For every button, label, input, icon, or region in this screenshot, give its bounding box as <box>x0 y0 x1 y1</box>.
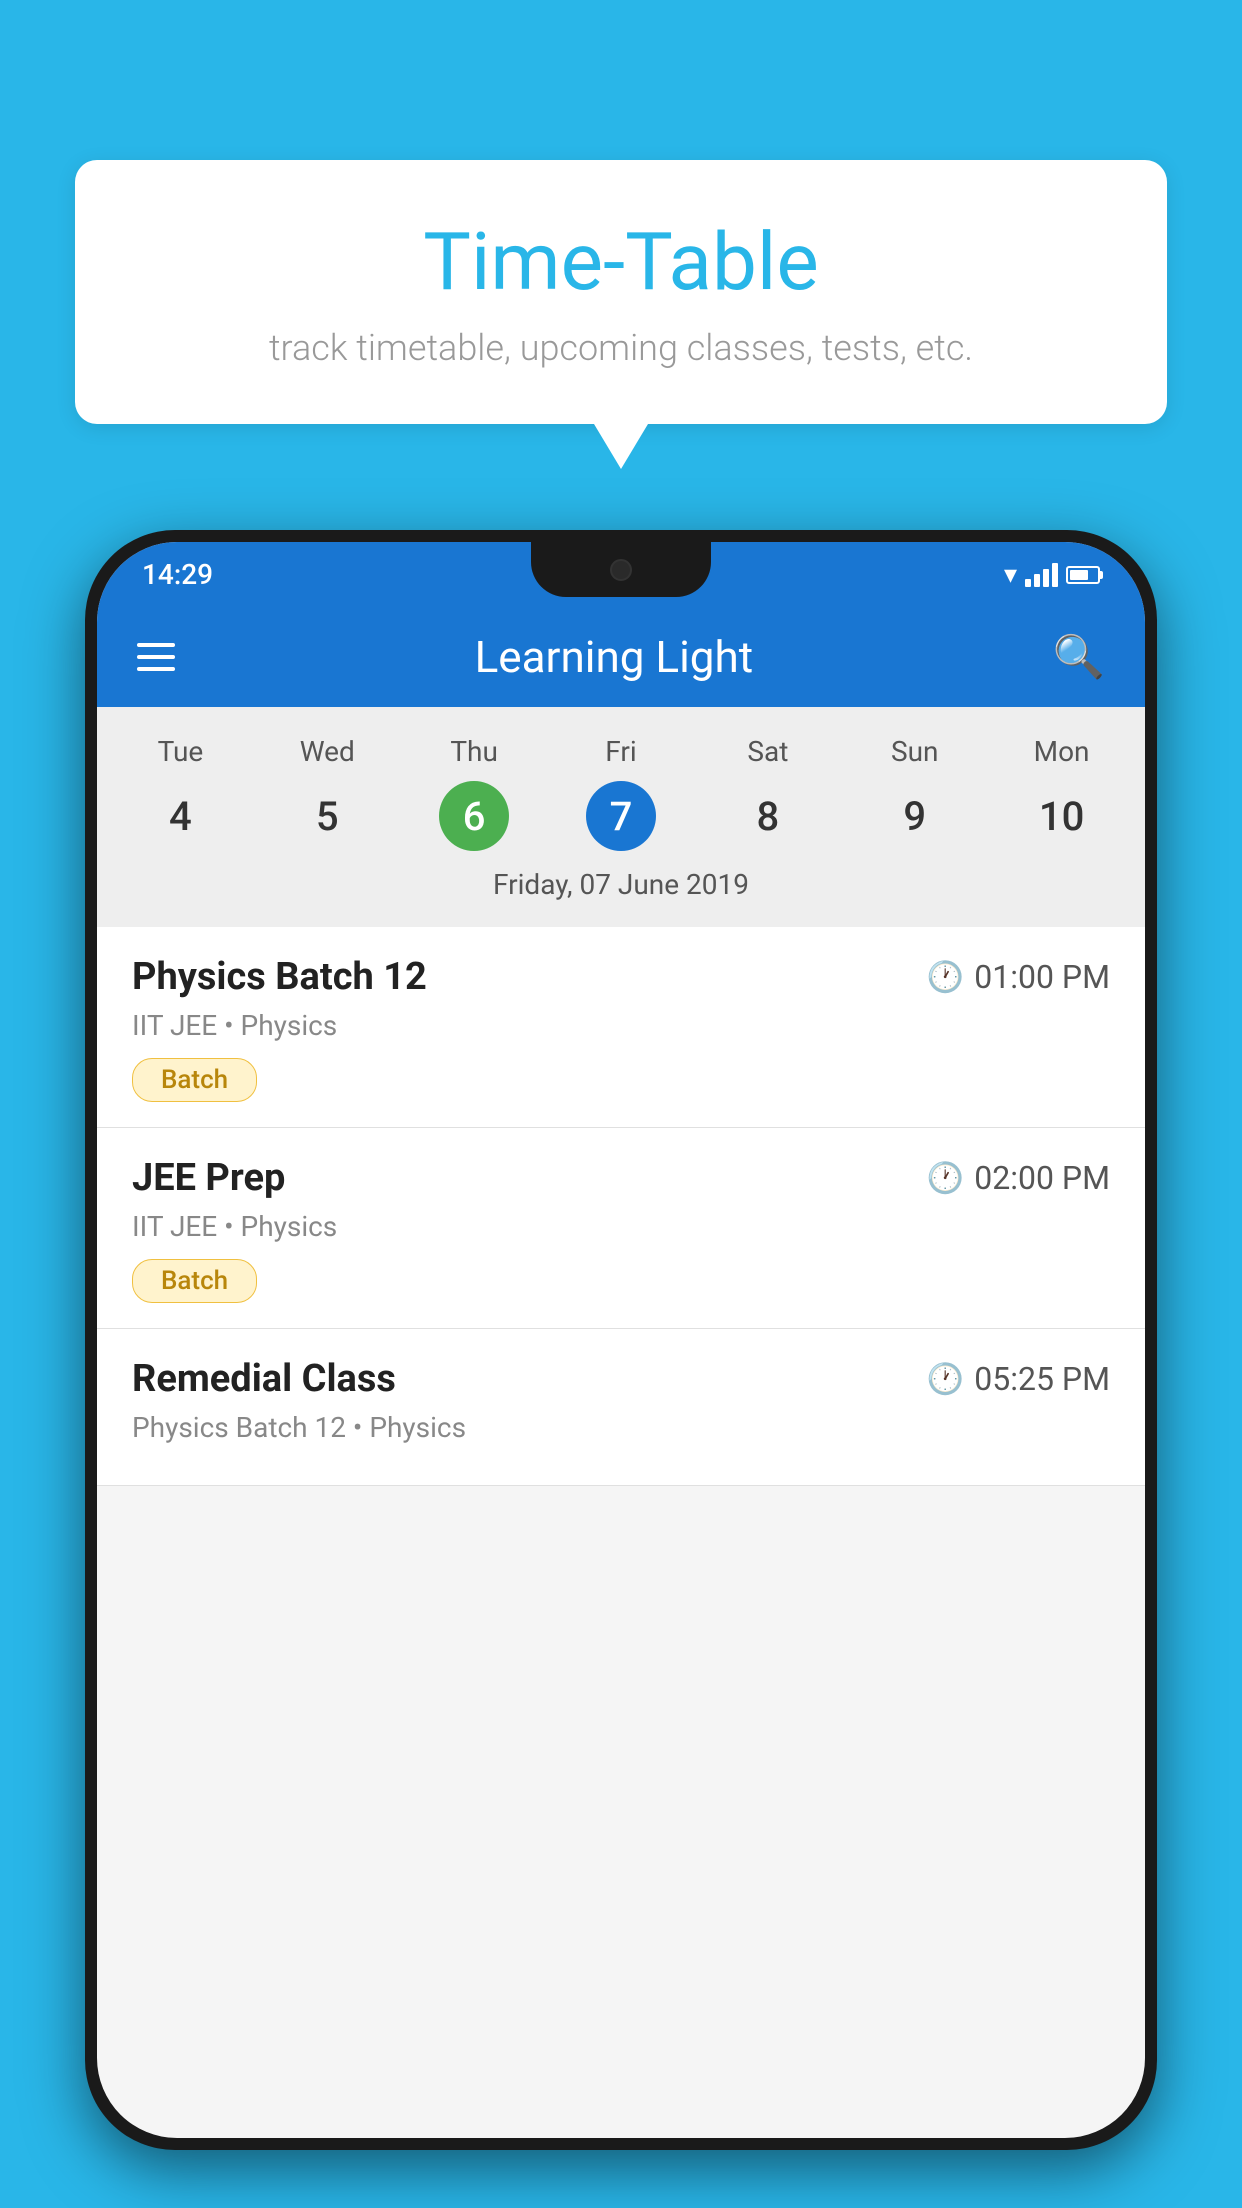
phone-mockup: 14:29 ▾ <box>85 530 1157 2208</box>
day-headers: Tue Wed Thu Fri Sat Sun Mon <box>97 727 1145 776</box>
phone-frame: 14:29 ▾ <box>85 530 1157 2150</box>
phone-notch <box>531 542 711 597</box>
item-title-3: Remedial Class <box>132 1357 396 1401</box>
item-time-1: 🕐 01:00 PM <box>927 958 1110 996</box>
selected-date: Friday, 07 June 2019 <box>97 856 1145 917</box>
day-8[interactable]: 8 <box>694 781 841 851</box>
signal-icon <box>1025 563 1058 587</box>
item-subtitle-1: IIT JEE • Physics <box>132 1009 1110 1042</box>
item-header-2: JEE Prep 🕐 02:00 PM <box>132 1156 1110 1200</box>
calendar-strip: Tue Wed Thu Fri Sat Sun Mon 4 5 6 7 8 9 … <box>97 707 1145 927</box>
item-header-3: Remedial Class 🕐 05:25 PM <box>132 1357 1110 1401</box>
item-header-1: Physics Batch 12 🕐 01:00 PM <box>132 955 1110 999</box>
bubble-subtitle: track timetable, upcoming classes, tests… <box>135 327 1107 369</box>
batch-badge-2: Batch <box>132 1259 257 1303</box>
bubble-title: Time-Table <box>135 215 1107 309</box>
day-7-selected[interactable]: 7 <box>586 781 656 851</box>
clock-icon-2: 🕐 <box>927 1161 964 1196</box>
item-time-3: 🕐 05:25 PM <box>927 1360 1110 1398</box>
day-4[interactable]: 4 <box>107 781 254 851</box>
day-label-fri: Fri <box>548 727 695 776</box>
day-6-today[interactable]: 6 <box>439 781 509 851</box>
app-bar: Learning Light 🔍 <box>97 607 1145 707</box>
item-title-2: JEE Prep <box>132 1156 285 1200</box>
day-10[interactable]: 10 <box>988 781 1135 851</box>
item-time-2: 🕐 02:00 PM <box>927 1159 1110 1197</box>
menu-button[interactable] <box>137 643 175 671</box>
status-time: 14:29 <box>142 558 213 591</box>
camera <box>610 559 632 581</box>
clock-icon-3: 🕐 <box>927 1362 964 1397</box>
day-label-sun: Sun <box>841 727 988 776</box>
schedule-item-jee-prep[interactable]: JEE Prep 🕐 02:00 PM IIT JEE • Physics Ba… <box>97 1128 1145 1329</box>
day-label-sat: Sat <box>694 727 841 776</box>
info-card: Time-Table track timetable, upcoming cla… <box>75 160 1167 424</box>
status-icons: ▾ <box>1004 560 1100 590</box>
day-label-thu: Thu <box>401 727 548 776</box>
day-label-mon: Mon <box>988 727 1135 776</box>
phone-screen: 14:29 ▾ <box>97 542 1145 2138</box>
item-subtitle-2: IIT JEE • Physics <box>132 1210 1110 1243</box>
clock-icon-1: 🕐 <box>927 960 964 995</box>
day-9[interactable]: 9 <box>841 781 988 851</box>
day-numbers: 4 5 6 7 8 9 10 <box>97 776 1145 856</box>
search-button[interactable]: 🔍 <box>1053 633 1105 682</box>
day-label-tue: Tue <box>107 727 254 776</box>
schedule-item-remedial[interactable]: Remedial Class 🕐 05:25 PM Physics Batch … <box>97 1329 1145 1486</box>
item-subtitle-3: Physics Batch 12 • Physics <box>132 1411 1110 1444</box>
day-label-wed: Wed <box>254 727 401 776</box>
app-title: Learning Light <box>475 631 754 683</box>
wifi-icon: ▾ <box>1004 560 1017 590</box>
item-title-1: Physics Batch 12 <box>132 955 427 999</box>
battery-icon <box>1066 566 1100 584</box>
schedule-item-physics-batch-12[interactable]: Physics Batch 12 🕐 01:00 PM IIT JEE • Ph… <box>97 927 1145 1128</box>
schedule-list: Physics Batch 12 🕐 01:00 PM IIT JEE • Ph… <box>97 927 1145 1486</box>
batch-badge-1: Batch <box>132 1058 257 1102</box>
day-5[interactable]: 5 <box>254 781 401 851</box>
